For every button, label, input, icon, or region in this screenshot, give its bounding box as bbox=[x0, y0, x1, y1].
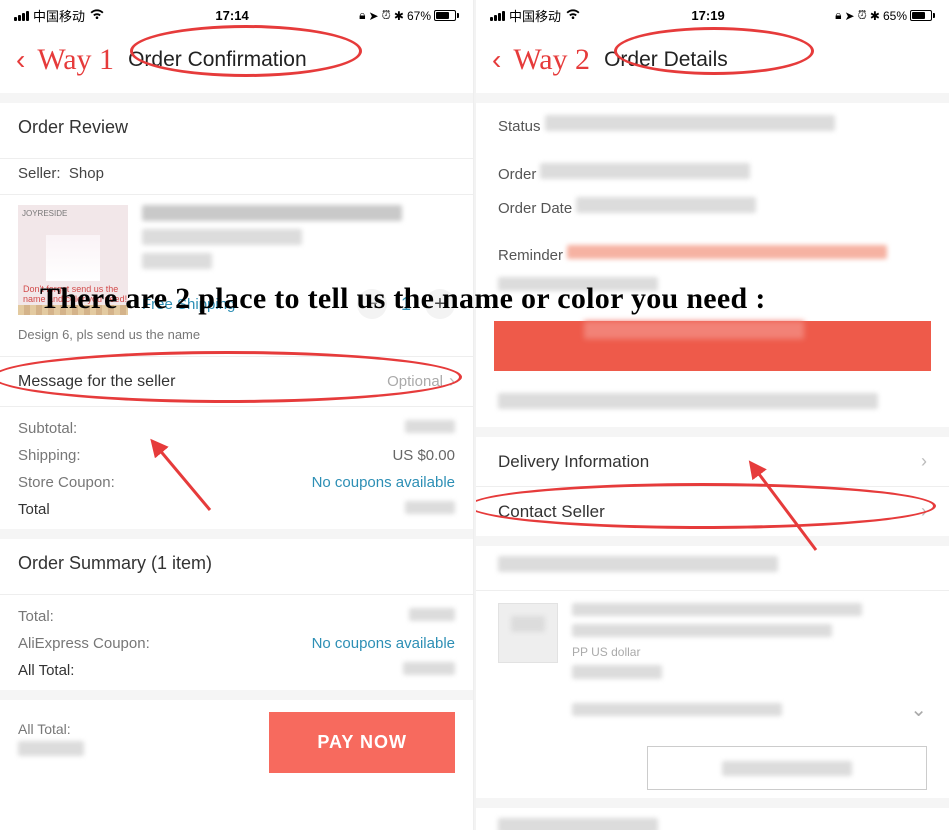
footer-all-total-key: All Total: bbox=[18, 721, 255, 737]
bluetooth-icon: ✱ bbox=[870, 9, 880, 23]
redacted bbox=[142, 253, 212, 269]
carrier-label: 中国移动 bbox=[509, 6, 561, 25]
all-total-key: All Total: bbox=[18, 662, 74, 679]
wifi-icon bbox=[89, 8, 105, 23]
redacted bbox=[142, 229, 302, 245]
order-item: PP US dollar ⌄ bbox=[476, 591, 949, 734]
redacted bbox=[572, 703, 782, 716]
total-key: Total bbox=[18, 501, 50, 518]
thumb-message: Don't forget send us the name and color … bbox=[23, 285, 128, 305]
seller-name: Shop bbox=[69, 165, 104, 182]
no-coupons-2: No coupons available bbox=[312, 635, 455, 652]
ppus-label: PP US dollar bbox=[572, 645, 927, 659]
thumb-brand: JOYRESIDE bbox=[22, 209, 67, 218]
status-bar: 中国移动 17:14 🔒︎ ➤ ⏰︎ ✱ 67% bbox=[0, 0, 473, 29]
no-coupons: No coupons available bbox=[312, 474, 455, 491]
order-item-thumbnail[interactable] bbox=[498, 603, 558, 663]
battery-pct: 65% bbox=[883, 9, 907, 23]
redacted bbox=[18, 741, 84, 756]
chevron-right-icon: › bbox=[921, 501, 927, 522]
order-date-label: Order Date bbox=[498, 200, 572, 217]
lock-icon: 🔒︎ bbox=[835, 8, 841, 23]
wifi-icon bbox=[565, 8, 581, 23]
redacted bbox=[498, 277, 658, 291]
alarm-icon: ⏰︎ bbox=[382, 8, 391, 23]
message-for-seller-row[interactable]: Message for the seller Optional › bbox=[0, 357, 473, 406]
message-optional: Optional bbox=[387, 373, 443, 390]
chevron-right-icon: › bbox=[921, 451, 927, 472]
redacted bbox=[722, 761, 852, 776]
delivery-information-row[interactable]: Delivery Information › bbox=[476, 437, 949, 486]
redacted bbox=[498, 393, 878, 409]
order-summary-heading: Order Summary (1 item) bbox=[18, 553, 455, 574]
redacted bbox=[498, 818, 658, 830]
redacted bbox=[572, 603, 862, 616]
seller-prefix: Seller: bbox=[18, 165, 61, 182]
signal-bars-icon bbox=[14, 11, 29, 21]
order-review-heading: Order Review bbox=[18, 117, 455, 138]
shipping-value: US $0.00 bbox=[392, 447, 455, 464]
redacted bbox=[498, 556, 778, 572]
status-bar: 中国移动 17:19 🔒︎ ➤ ⏰︎ ✱ 65% bbox=[476, 0, 949, 29]
screenshot-way-2: 中国移动 17:19 🔒︎ ➤ ⏰︎ ✱ 65% ‹ Way 2 Order D… bbox=[476, 0, 949, 830]
redacted bbox=[405, 420, 455, 433]
redacted bbox=[576, 197, 756, 213]
qty-plus-button[interactable]: + bbox=[425, 289, 455, 319]
chevron-right-icon: › bbox=[449, 371, 455, 392]
message-seller-label: Message for the seller bbox=[18, 373, 175, 391]
summary-total-key: Total: bbox=[18, 608, 54, 625]
signal-bars-icon bbox=[490, 11, 505, 21]
bluetooth-icon: ✱ bbox=[394, 9, 404, 23]
redacted bbox=[545, 115, 835, 131]
battery-pct: 67% bbox=[407, 9, 431, 23]
way-1-annotation: Way 1 bbox=[37, 43, 114, 77]
shipping-key: Shipping: bbox=[18, 447, 81, 464]
page-title: Order Details bbox=[604, 48, 937, 72]
variant-hint: Design 6, pls send us the name bbox=[0, 325, 473, 356]
product-thumbnail[interactable]: JOYRESIDE Don't forget send us the name … bbox=[18, 205, 128, 315]
clock: 17:19 bbox=[691, 8, 724, 23]
pay-now-button[interactable]: PAY NOW bbox=[269, 712, 455, 773]
redacted bbox=[540, 163, 750, 179]
location-icon: ➤ bbox=[844, 9, 854, 23]
subtotal-key: Subtotal: bbox=[18, 420, 77, 437]
qty-value: 1 bbox=[401, 294, 411, 315]
alarm-icon: ⏰︎ bbox=[858, 8, 867, 23]
delivery-info-label: Delivery Information bbox=[498, 452, 649, 472]
contact-seller-row[interactable]: Contact Seller › bbox=[476, 487, 949, 536]
redacted bbox=[409, 608, 455, 621]
reminder-label: Reminder bbox=[498, 247, 563, 264]
action-button[interactable] bbox=[647, 746, 927, 790]
redacted bbox=[572, 624, 832, 637]
clock: 17:14 bbox=[215, 8, 248, 23]
page-title: Order Confirmation bbox=[128, 48, 461, 72]
chevron-down-icon[interactable]: ⌄ bbox=[910, 697, 927, 722]
redacted bbox=[403, 662, 455, 675]
way-2-annotation: Way 2 bbox=[513, 43, 590, 77]
redacted bbox=[142, 205, 402, 221]
banner bbox=[494, 321, 931, 371]
contact-seller-label: Contact Seller bbox=[498, 502, 605, 522]
store-coupon-key: Store Coupon: bbox=[18, 474, 115, 491]
redacted bbox=[405, 501, 455, 514]
lock-icon: 🔒︎ bbox=[359, 8, 365, 23]
status-label: Status bbox=[498, 118, 541, 135]
qty-minus-button[interactable]: − bbox=[357, 289, 387, 319]
redacted bbox=[567, 245, 887, 259]
redacted bbox=[572, 665, 662, 679]
order-label: Order bbox=[498, 166, 536, 183]
carrier-label: 中国移动 bbox=[33, 6, 85, 25]
back-button[interactable]: ‹ bbox=[12, 44, 29, 76]
ali-coupon-key: AliExpress Coupon: bbox=[18, 635, 150, 652]
screenshot-way-1: 中国移动 17:14 🔒︎ ➤ ⏰︎ ✱ 67% ‹ Way 1 Order C… bbox=[0, 0, 474, 830]
product-row: JOYRESIDE Don't forget send us the name … bbox=[0, 195, 473, 325]
free-shipping-link[interactable]: Free Shipping bbox=[142, 296, 235, 313]
battery-icon bbox=[434, 10, 459, 21]
battery-icon bbox=[910, 10, 935, 21]
back-button[interactable]: ‹ bbox=[488, 44, 505, 76]
location-icon: ➤ bbox=[368, 9, 378, 23]
